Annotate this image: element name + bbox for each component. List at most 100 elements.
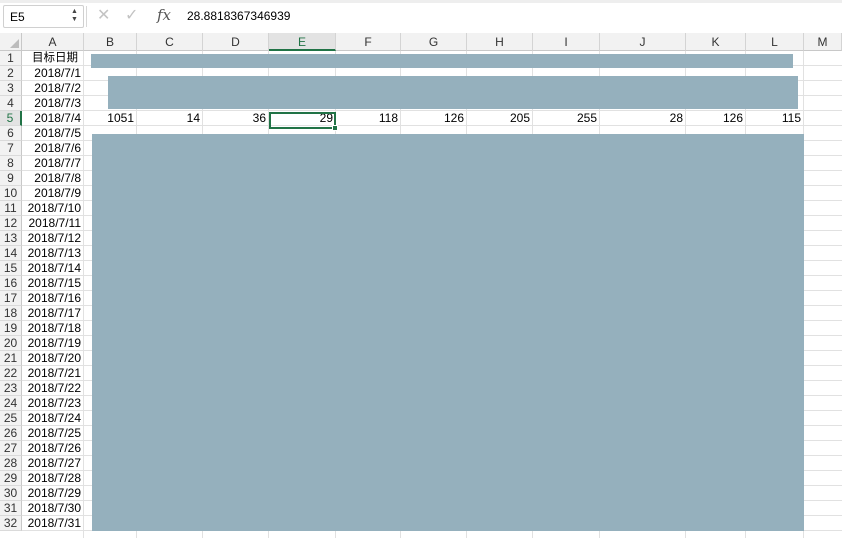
row-header-5[interactable]: 5 xyxy=(0,111,22,126)
date-cell[interactable]: 2018/7/26 xyxy=(22,441,83,456)
row-header-26[interactable]: 26 xyxy=(0,426,22,441)
column-header-l[interactable]: L xyxy=(746,33,804,51)
row-header-30[interactable]: 30 xyxy=(0,486,22,501)
row-header-22[interactable]: 22 xyxy=(0,366,22,381)
date-cell[interactable]: 2018/7/6 xyxy=(22,141,83,156)
row-header-24[interactable]: 24 xyxy=(0,396,22,411)
date-cell[interactable]: 2018/7/2 xyxy=(22,81,83,96)
row5-value-cell[interactable]: 255 xyxy=(533,111,600,126)
row5-value-cell[interactable]: 36 xyxy=(203,111,269,126)
date-cell[interactable]: 2018/7/31 xyxy=(22,516,83,531)
toolbar-edge xyxy=(0,0,842,3)
row5-value-cell[interactable]: 28 xyxy=(600,111,686,126)
date-cell[interactable]: 2018/7/5 xyxy=(22,126,83,141)
insert-function-icon[interactable]: fx xyxy=(157,6,171,24)
date-cell[interactable]: 2018/7/22 xyxy=(22,381,83,396)
row5-value-cell[interactable]: 205 xyxy=(467,111,533,126)
date-cell[interactable]: 2018/7/28 xyxy=(22,471,83,486)
row-header-4[interactable]: 4 xyxy=(0,96,22,111)
active-cell-e5[interactable] xyxy=(269,112,336,129)
date-cell[interactable]: 2018/7/16 xyxy=(22,291,83,306)
column-header-m[interactable]: M xyxy=(804,33,842,51)
date-cell[interactable]: 2018/7/30 xyxy=(22,501,83,516)
column-header-b[interactable]: B xyxy=(84,33,137,51)
row-header-21[interactable]: 21 xyxy=(0,351,22,366)
row-header-1[interactable]: 1 xyxy=(0,51,22,66)
date-cell[interactable]: 2018/7/20 xyxy=(22,351,83,366)
row5-value-cell[interactable]: 14 xyxy=(137,111,203,126)
row5-value-cell[interactable]: 126 xyxy=(686,111,746,126)
name-box-stepper-icon[interactable]: ▲ ▼ xyxy=(70,8,79,26)
row-header-8[interactable]: 8 xyxy=(0,156,22,171)
column-header-a[interactable]: A xyxy=(22,33,84,51)
spreadsheet-grid[interactable]: A B C D E F G H I J K L M 1 2 3 4 5 6 7 8 9 10 11 12 13 14 15 16 17 18… xyxy=(0,33,842,538)
fill-handle[interactable] xyxy=(332,125,338,131)
redaction-overlay-main xyxy=(92,134,804,531)
date-cell[interactable]: 2018/7/1 xyxy=(22,66,83,81)
row-header-32[interactable]: 32 xyxy=(0,516,22,531)
row-header-28[interactable]: 28 xyxy=(0,456,22,471)
column-header-k[interactable]: K xyxy=(686,33,746,51)
date-cell[interactable]: 2018/7/27 xyxy=(22,456,83,471)
row-header-15[interactable]: 15 xyxy=(0,261,22,276)
row-header-7[interactable]: 7 xyxy=(0,141,22,156)
column-header-c[interactable]: C xyxy=(137,33,203,51)
cancel-x-icon[interactable]: ✕ xyxy=(97,7,110,25)
row-header-16[interactable]: 16 xyxy=(0,276,22,291)
column-header-h[interactable]: H xyxy=(467,33,533,51)
column-header-d[interactable]: D xyxy=(203,33,269,51)
row5-value-cell[interactable]: 1051 xyxy=(84,111,137,126)
date-cell[interactable]: 2018/7/10 xyxy=(22,201,83,216)
column-header-i[interactable]: I xyxy=(533,33,600,51)
date-cell[interactable]: 2018/7/13 xyxy=(22,246,83,261)
confirm-check-icon[interactable]: ✓ xyxy=(125,7,138,25)
column-header-f[interactable]: F xyxy=(336,33,401,51)
date-cell[interactable]: 2018/7/23 xyxy=(22,396,83,411)
date-cell[interactable]: 2018/7/25 xyxy=(22,426,83,441)
date-cell[interactable]: 2018/7/18 xyxy=(22,321,83,336)
date-cell[interactable]: 2018/7/9 xyxy=(22,186,83,201)
date-cell[interactable]: 2018/7/4 xyxy=(22,111,83,126)
date-cell[interactable]: 2018/7/19 xyxy=(22,336,83,351)
row-header-9[interactable]: 9 xyxy=(0,171,22,186)
row5-value-cell[interactable]: 126 xyxy=(401,111,467,126)
date-cell[interactable]: 2018/7/12 xyxy=(22,231,83,246)
formula-input[interactable]: 28.8818367346939 xyxy=(187,9,290,23)
date-cell[interactable]: 2018/7/17 xyxy=(22,306,83,321)
row-header-13[interactable]: 13 xyxy=(0,231,22,246)
redaction-overlay-rows2-4 xyxy=(108,76,798,109)
row-header-17[interactable]: 17 xyxy=(0,291,22,306)
date-cell[interactable]: 2018/7/29 xyxy=(22,486,83,501)
row-header-14[interactable]: 14 xyxy=(0,246,22,261)
date-cell[interactable]: 2018/7/7 xyxy=(22,156,83,171)
row-header-31[interactable]: 31 xyxy=(0,501,22,516)
select-all-corner[interactable] xyxy=(0,33,22,51)
date-cell[interactable]: 2018/7/3 xyxy=(22,96,83,111)
column-header-j[interactable]: J xyxy=(600,33,686,51)
row-header-11[interactable]: 11 xyxy=(0,201,22,216)
row-header-20[interactable]: 20 xyxy=(0,336,22,351)
date-cell[interactable]: 2018/7/24 xyxy=(22,411,83,426)
row-header-6[interactable]: 6 xyxy=(0,126,22,141)
row-header-18[interactable]: 18 xyxy=(0,306,22,321)
row-header-25[interactable]: 25 xyxy=(0,411,22,426)
date-cell[interactable]: 2018/7/21 xyxy=(22,366,83,381)
row5-value-cell[interactable]: 118 xyxy=(336,111,401,126)
row-header-12[interactable]: 12 xyxy=(0,216,22,231)
row-header-23[interactable]: 23 xyxy=(0,381,22,396)
row-header-27[interactable]: 27 xyxy=(0,441,22,456)
row-header-19[interactable]: 19 xyxy=(0,321,22,336)
row-header-2[interactable]: 2 xyxy=(0,66,22,81)
name-box[interactable]: E5 ▲ ▼ xyxy=(3,5,84,28)
date-cell[interactable]: 2018/7/8 xyxy=(22,171,83,186)
date-cell[interactable]: 2018/7/14 xyxy=(22,261,83,276)
column-header-g[interactable]: G xyxy=(401,33,467,51)
column-a-header-cell[interactable]: 目标日期 xyxy=(22,51,83,66)
row-header-29[interactable]: 29 xyxy=(0,471,22,486)
row5-value-cell[interactable]: 115 xyxy=(746,111,804,126)
column-header-e[interactable]: E xyxy=(269,33,336,51)
row-header-3[interactable]: 3 xyxy=(0,81,22,96)
date-cell[interactable]: 2018/7/11 xyxy=(22,216,83,231)
row-header-10[interactable]: 10 xyxy=(0,186,22,201)
date-cell[interactable]: 2018/7/15 xyxy=(22,276,83,291)
